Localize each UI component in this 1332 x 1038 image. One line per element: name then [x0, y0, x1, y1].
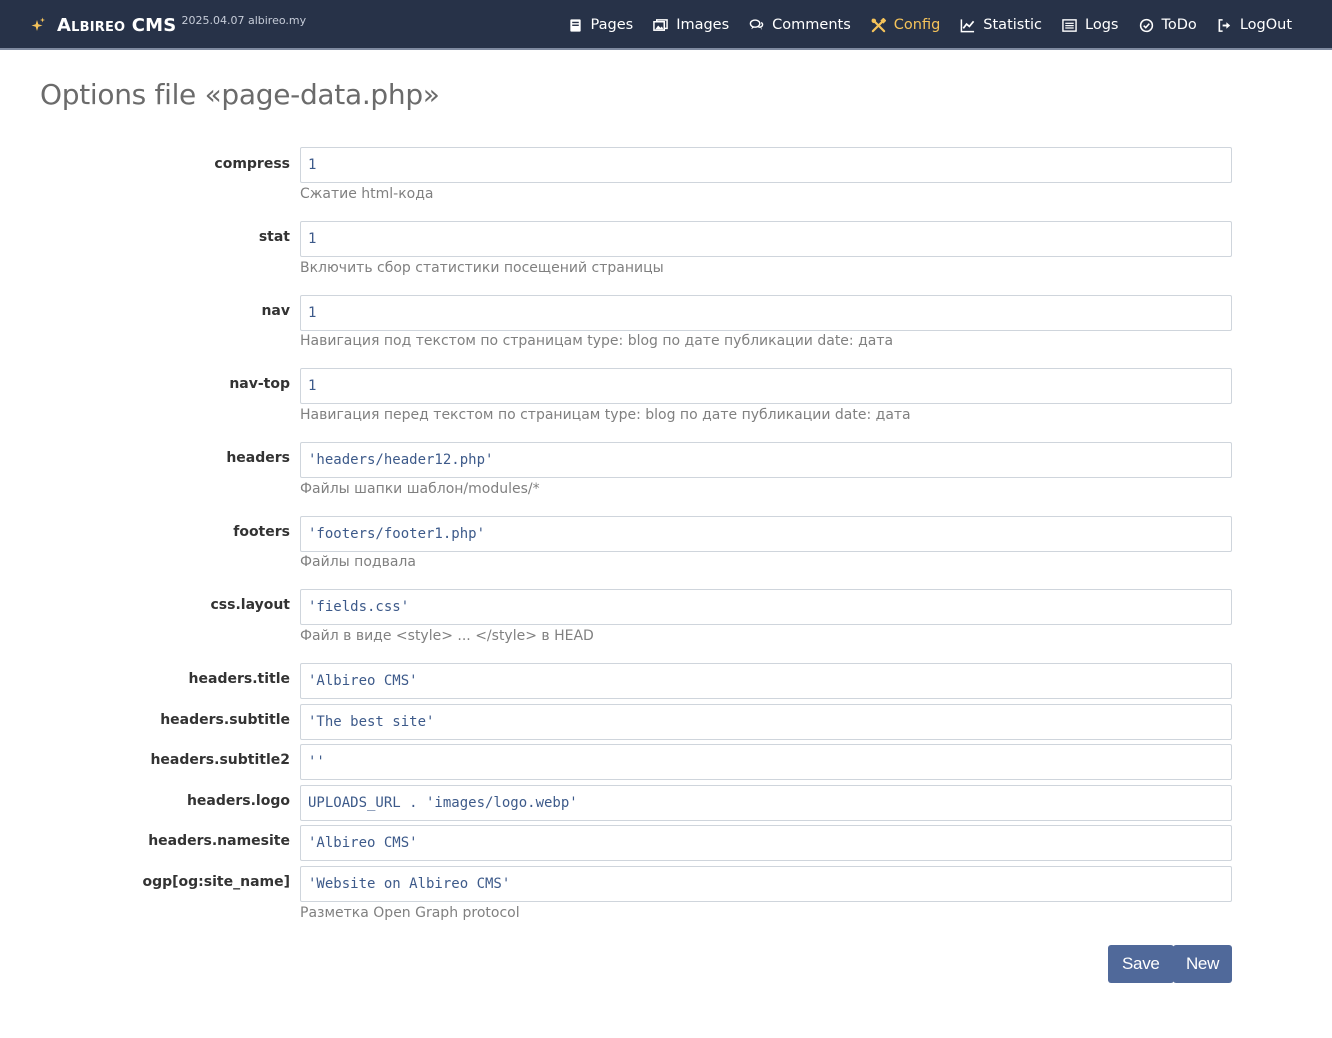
field-hint-stat: Включить сбор статистики посещений стран… [300, 260, 664, 276]
nav-item-pages[interactable]: Pages [568, 17, 634, 33]
tools-icon [871, 17, 886, 32]
book-icon [569, 18, 581, 32]
main-nav: Pages Images Comments Config Statistic L… [548, 0, 1292, 50]
page-title: Options file «page-data.php» [40, 78, 440, 111]
comments-icon [749, 18, 764, 30]
nav-item-logs[interactable]: Logs [1062, 17, 1119, 33]
field-label-headers: headers [226, 450, 290, 466]
field-hint-nav-top: Навигация перед текстом по страницам typ… [300, 407, 911, 423]
field-label-footers: footers [233, 524, 290, 540]
field-label-css-layout: css.layout [210, 597, 290, 613]
field-label-nav: nav [261, 303, 290, 319]
field-input-nav-top[interactable] [300, 368, 1232, 404]
field-input-headers-subtitle[interactable] [300, 704, 1232, 740]
brand[interactable]: Albireo CMS 2025.04.07 albireo.my [30, 0, 306, 50]
field-hint-headers: Файлы шапки шаблон/modules/* [300, 481, 540, 497]
nav-label: ToDo [1161, 17, 1197, 33]
new-button[interactable]: New [1173, 945, 1232, 983]
nav-label: LogOut [1239, 17, 1292, 33]
field-label-ogp-site-name: ogp[og:site_name] [142, 874, 290, 890]
field-input-headers[interactable] [300, 442, 1232, 478]
nav-label: Logs [1085, 17, 1119, 33]
field-input-headers-subtitle2[interactable] [300, 744, 1232, 780]
check-circle-icon [1139, 18, 1153, 32]
field-input-nav[interactable] [300, 295, 1232, 331]
logout-icon [1218, 18, 1230, 32]
field-input-css-layout[interactable] [300, 589, 1232, 625]
field-label-headers-title: headers.title [188, 671, 290, 687]
field-hint-css-layout: Файл в виде <style> ... </style> в HEAD [300, 628, 594, 644]
field-label-nav-top: nav-top [229, 376, 290, 392]
field-label-headers-logo: headers.logo [186, 793, 290, 809]
sparkles-icon [31, 17, 45, 31]
nav-item-comments[interactable]: Comments [749, 17, 851, 33]
app-name: Albireo CMS [57, 14, 177, 36]
chart-icon [960, 18, 975, 32]
field-hint-compress: Сжатие html-кода [300, 186, 434, 202]
list-icon [1062, 18, 1077, 32]
field-input-headers-namesite[interactable] [300, 825, 1232, 861]
field-input-headers-logo[interactable] [300, 785, 1232, 821]
field-hint-footers: Файлы подвала [300, 554, 416, 570]
app-version: 2025.04.07 albireo.my [181, 13, 307, 27]
field-hint-nav: Навигация под текстом по страницам type:… [300, 333, 894, 349]
field-input-headers-title[interactable] [300, 663, 1232, 699]
field-label-headers-subtitle2: headers.subtitle2 [150, 752, 290, 768]
nav-item-images[interactable]: Images [653, 17, 729, 33]
field-label-compress: compress [214, 156, 290, 172]
field-hint-ogp-site-name: Разметка Open Graph protocol [300, 905, 520, 921]
nav-label: Images [676, 17, 730, 33]
field-label-stat: stat [258, 229, 290, 245]
field-input-stat[interactable] [300, 221, 1232, 257]
nav-label: Config [893, 17, 941, 33]
images-icon [653, 18, 668, 31]
field-label-headers-namesite: headers.namesite [148, 833, 290, 849]
nav-label: Comments [772, 17, 851, 33]
nav-item-config[interactable]: Config [871, 17, 941, 33]
field-input-compress[interactable] [300, 147, 1232, 183]
field-input-footers[interactable] [300, 516, 1232, 552]
field-input-ogp-site-name[interactable] [300, 866, 1232, 902]
field-label-headers-subtitle: headers.subtitle [160, 712, 290, 728]
nav-item-todo[interactable]: ToDo [1139, 17, 1197, 33]
nav-item-logout[interactable]: LogOut [1217, 17, 1292, 33]
nav-label: Pages [590, 17, 634, 33]
nav-item-statistic[interactable]: Statistic [960, 17, 1042, 33]
save-button[interactable]: Save [1108, 945, 1174, 983]
top-navbar: Albireo CMS 2025.04.07 albireo.my Pages … [0, 0, 1332, 50]
nav-label: Statistic [983, 17, 1043, 33]
